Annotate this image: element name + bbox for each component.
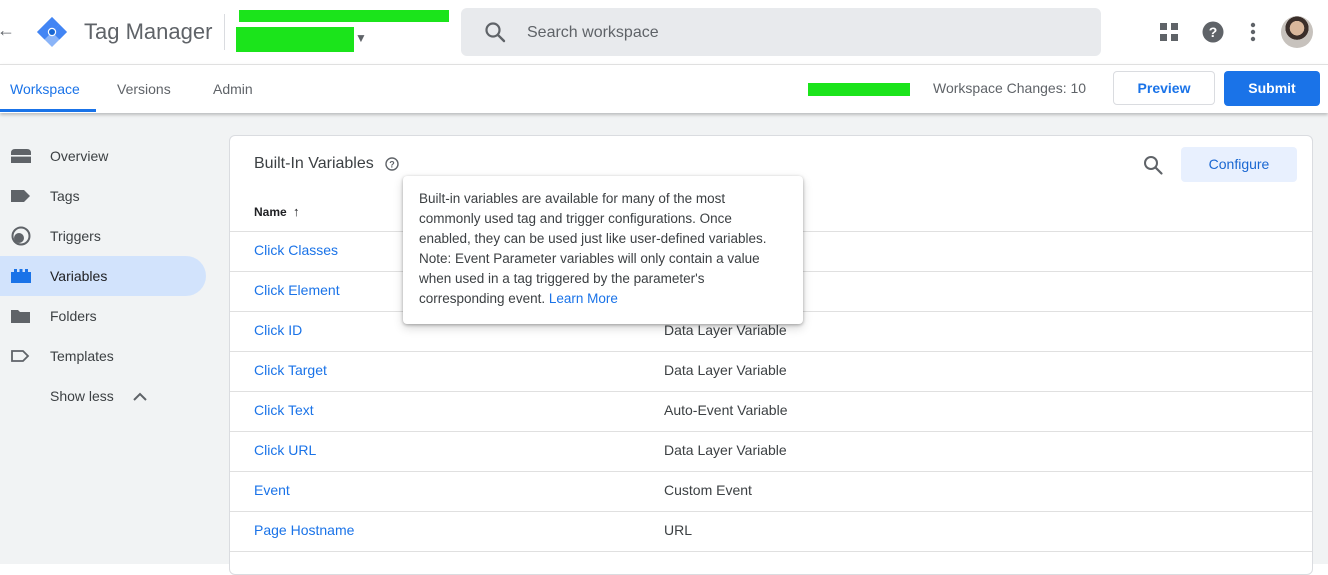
redacted-account-name[interactable] bbox=[239, 10, 449, 22]
name-column-header[interactable]: Name bbox=[254, 205, 287, 219]
variable-name-link[interactable]: Click URL bbox=[254, 442, 316, 458]
sidebar-item-label: Triggers bbox=[50, 228, 101, 244]
variable-name-link[interactable]: Click Classes bbox=[254, 242, 338, 258]
variable-type: Data Layer Variable bbox=[664, 322, 787, 338]
top-app-bar: ← Tag Manager ▼ ? bbox=[0, 0, 1328, 64]
sidebar-item-label: Templates bbox=[50, 348, 114, 364]
table-row[interactable] bbox=[230, 551, 1312, 574]
variable-name-link[interactable]: Click Target bbox=[254, 362, 327, 378]
folder-icon bbox=[11, 310, 30, 323]
preview-button[interactable]: Preview bbox=[1113, 71, 1215, 105]
variable-name-link[interactable]: Click Element bbox=[254, 282, 340, 298]
show-less-toggle[interactable]: Show less bbox=[0, 376, 206, 416]
redacted-workspace-name[interactable] bbox=[808, 83, 910, 96]
variable-name-link[interactable]: Click Text bbox=[254, 402, 314, 418]
built-in-variables-tooltip: Built-in variables are available for man… bbox=[403, 176, 803, 324]
show-less-label: Show less bbox=[50, 388, 114, 404]
tag-manager-logo[interactable] bbox=[36, 16, 68, 48]
variable-name-link[interactable]: Page Hostname bbox=[254, 522, 354, 538]
sidebar-item-label: Folders bbox=[50, 308, 97, 324]
configure-button[interactable]: Configure bbox=[1181, 147, 1297, 182]
variable-type: Data Layer Variable bbox=[664, 362, 787, 378]
variable-type: Custom Event bbox=[664, 482, 752, 498]
sort-ascending-icon[interactable]: ↑ bbox=[293, 204, 300, 219]
variable-type: URL bbox=[664, 522, 693, 538]
table-row[interactable]: Click Text Auto-Event Variable bbox=[230, 391, 1312, 432]
workspace-subnav: Workspace Versions Admin Workspace Chang… bbox=[0, 64, 1328, 113]
apps-grid-icon[interactable] bbox=[1157, 20, 1181, 44]
sidebar-item-tags[interactable]: Tags bbox=[0, 176, 206, 216]
variable-type: Auto-Event Variable bbox=[664, 402, 788, 418]
sidebar-item-templates[interactable]: Templates bbox=[0, 336, 206, 376]
search-workspace-box[interactable] bbox=[461, 8, 1101, 56]
table-row[interactable]: Click URL Data Layer Variable bbox=[230, 431, 1312, 472]
user-avatar[interactable] bbox=[1281, 16, 1313, 48]
submit-button[interactable]: Submit bbox=[1224, 71, 1320, 106]
variables-icon bbox=[11, 269, 31, 283]
tab-workspace[interactable]: Workspace bbox=[10, 81, 80, 97]
svg-text:?: ? bbox=[1209, 24, 1218, 40]
variable-name-link[interactable]: Click ID bbox=[254, 322, 302, 338]
table-search-icon[interactable] bbox=[1142, 154, 1164, 176]
sidebar-item-label: Variables bbox=[50, 268, 108, 284]
table-row[interactable]: Click Target Data Layer Variable bbox=[230, 351, 1312, 392]
search-input[interactable] bbox=[525, 20, 1069, 46]
product-name: Tag Manager bbox=[84, 19, 213, 44]
sidebar: Overview Tags Triggers Variables Folders… bbox=[0, 113, 218, 564]
search-icon bbox=[485, 22, 506, 43]
sidebar-item-overview[interactable]: Overview bbox=[0, 136, 206, 176]
chevron-up-icon bbox=[133, 392, 147, 401]
variable-type: Data Layer Variable bbox=[664, 442, 787, 458]
card-title: Built-In Variables bbox=[254, 155, 374, 172]
back-arrow-icon[interactable]: ← bbox=[0, 20, 15, 41]
svg-text:?: ? bbox=[389, 159, 395, 169]
overview-icon bbox=[11, 149, 31, 163]
sidebar-item-label: Overview bbox=[50, 148, 109, 164]
variable-name-link[interactable]: Event bbox=[254, 482, 290, 498]
sidebar-item-variables[interactable]: Variables bbox=[0, 256, 206, 296]
sidebar-item-triggers[interactable]: Triggers bbox=[0, 216, 206, 256]
sidebar-item-folders[interactable]: Folders bbox=[0, 296, 206, 336]
learn-more-link[interactable]: Learn More bbox=[549, 291, 618, 306]
redacted-container-name[interactable] bbox=[236, 27, 354, 52]
table-row[interactable]: Page Hostname URL bbox=[230, 511, 1312, 552]
help-icon[interactable]: ? bbox=[1201, 20, 1225, 44]
sidebar-item-label: Tags bbox=[50, 188, 80, 204]
workspace-changes-count: Workspace Changes: 10 bbox=[933, 80, 1087, 96]
active-tab-indicator bbox=[0, 109, 96, 112]
tag-icon bbox=[11, 190, 30, 202]
table-row[interactable]: Event Custom Event bbox=[230, 471, 1312, 512]
top-divider bbox=[224, 14, 225, 50]
more-vert-icon[interactable] bbox=[1241, 20, 1265, 44]
help-outline-icon[interactable]: ? bbox=[385, 157, 399, 171]
tab-admin[interactable]: Admin bbox=[213, 81, 253, 97]
trigger-icon bbox=[11, 226, 31, 246]
template-icon bbox=[11, 350, 30, 362]
container-dropdown-icon[interactable]: ▼ bbox=[355, 31, 367, 45]
tab-versions[interactable]: Versions bbox=[117, 81, 171, 97]
tooltip-text: Built-in variables are available for man… bbox=[419, 191, 767, 306]
